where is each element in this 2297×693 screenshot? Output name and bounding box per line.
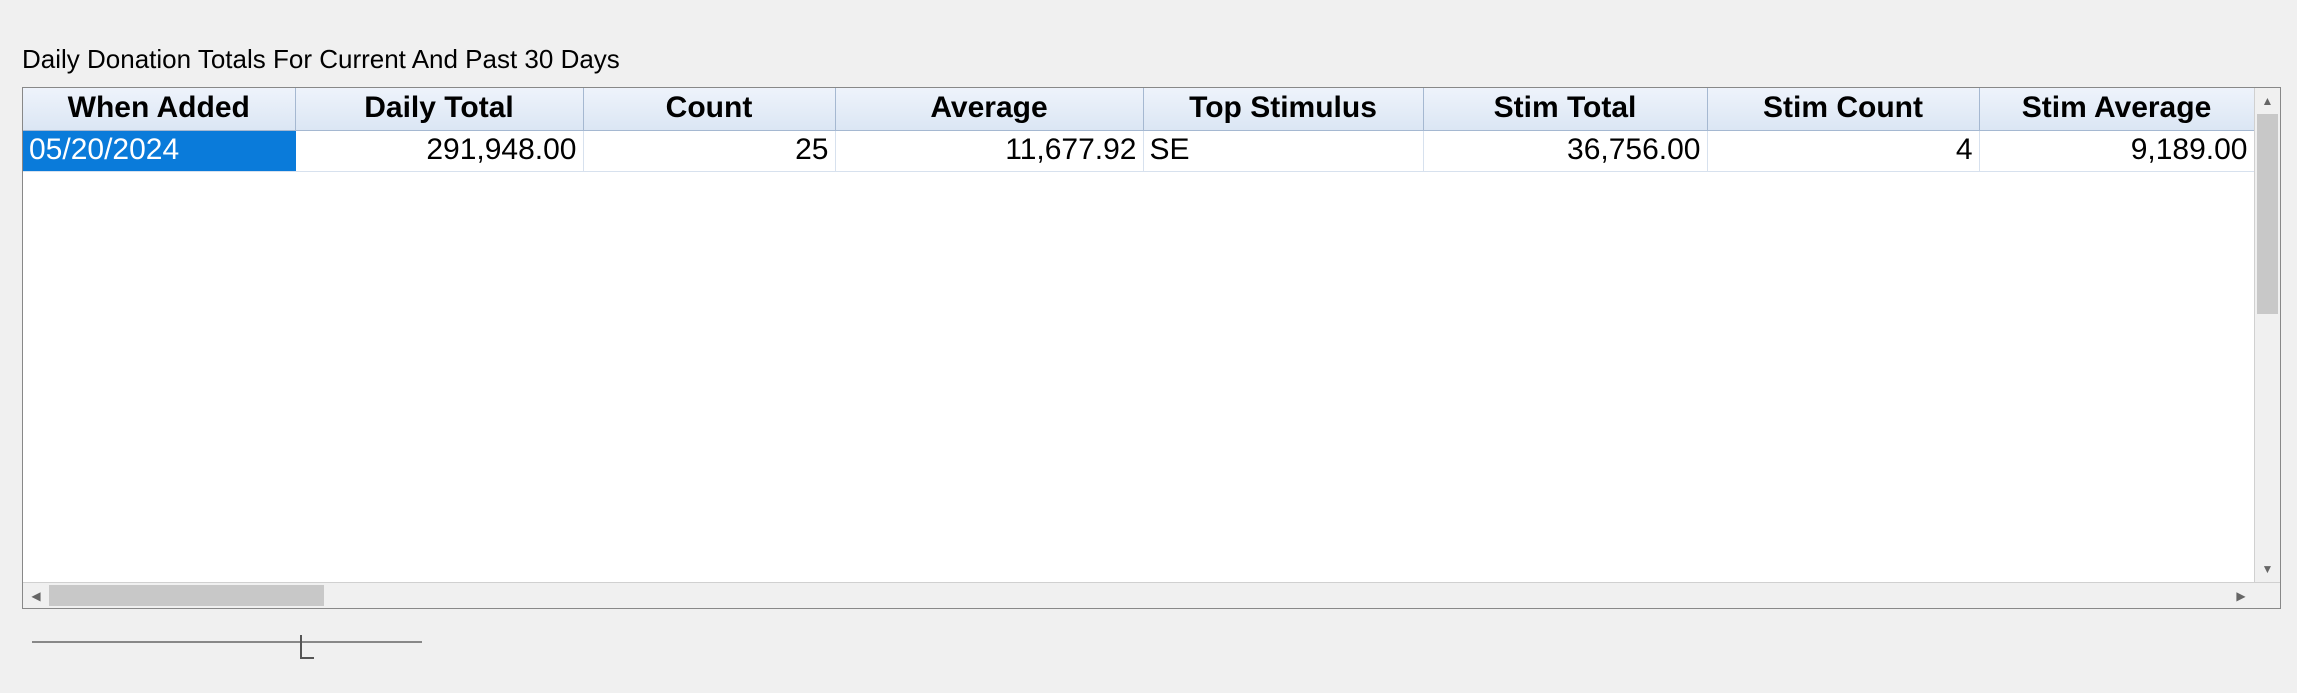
section-title: Daily Donation Totals For Current And Pa… — [22, 44, 2275, 75]
scroll-up-button[interactable]: ▲ — [2255, 88, 2280, 114]
col-header-average[interactable]: Average — [835, 88, 1143, 131]
col-header-daily-total[interactable]: Daily Total — [295, 88, 583, 131]
vertical-scroll-thumb[interactable] — [2257, 114, 2278, 314]
col-header-count[interactable]: Count — [583, 88, 835, 131]
grid-body[interactable]: When Added Daily Total Count Average Top… — [23, 88, 2254, 582]
cell-stim-count[interactable]: 4 — [1707, 131, 1979, 172]
col-header-stim-total[interactable]: Stim Total — [1423, 88, 1707, 131]
horizontal-scroll-thumb[interactable] — [49, 585, 324, 606]
scroll-left-button[interactable]: ◀ — [23, 583, 49, 608]
cell-daily-total[interactable]: 291,948.00 — [295, 131, 583, 172]
header-row: When Added Daily Total Count Average Top… — [23, 88, 2254, 131]
col-header-stim-average[interactable]: Stim Average — [1979, 88, 2254, 131]
col-header-stim-count[interactable]: Stim Count — [1707, 88, 1979, 131]
chevron-down-icon: ▼ — [2262, 562, 2274, 576]
scrollbar-corner — [2254, 583, 2280, 608]
data-grid: When Added Daily Total Count Average Top… — [22, 87, 2281, 609]
cell-count[interactable]: 25 — [583, 131, 835, 172]
chevron-right-icon: ▶ — [2236, 589, 2245, 603]
cell-stim-total[interactable]: 36,756.00 — [1423, 131, 1707, 172]
cell-average[interactable]: 11,677.92 — [835, 131, 1143, 172]
vertical-scrollbar[interactable]: ▲ ▼ — [2254, 88, 2280, 582]
zoom-slider[interactable] — [32, 627, 422, 657]
slider-thumb[interactable] — [300, 635, 314, 659]
cell-stim-average[interactable]: 9,189.00 — [1979, 131, 2254, 172]
scroll-right-button[interactable]: ▶ — [2228, 583, 2254, 608]
slider-track — [32, 641, 422, 643]
chevron-left-icon: ◀ — [31, 589, 40, 603]
table-row[interactable]: 05/20/2024 291,948.00 25 11,677.92 SE 36… — [23, 131, 2254, 172]
col-header-top-stimulus[interactable]: Top Stimulus — [1143, 88, 1423, 131]
scroll-down-button[interactable]: ▼ — [2255, 556, 2280, 582]
horizontal-scroll-track[interactable] — [49, 583, 2228, 608]
cell-top-stimulus[interactable]: SE — [1143, 131, 1423, 172]
col-header-when-added[interactable]: When Added — [23, 88, 295, 131]
chevron-up-icon: ▲ — [2262, 94, 2274, 108]
cell-when-added[interactable]: 05/20/2024 — [23, 131, 295, 172]
horizontal-scrollbar[interactable]: ◀ ▶ — [23, 582, 2280, 608]
vertical-scroll-track[interactable] — [2255, 114, 2280, 556]
